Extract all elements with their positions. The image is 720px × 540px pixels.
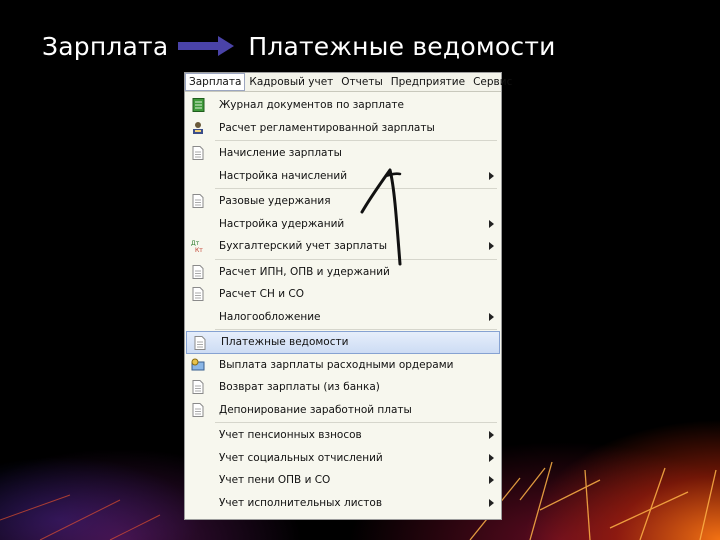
menu-item-label: Платежные ведомости: [221, 336, 349, 349]
menu-separator: [215, 329, 497, 330]
menu-item-label: Расчет регламентированной зарплаты: [219, 121, 435, 134]
svg-text:Кт: Кт: [195, 247, 203, 253]
menu-item-one-time-deductions[interactable]: Разовые удержания: [185, 190, 501, 213]
menu-item-cash-payout[interactable]: Выплата зарплаты расходными ордерами: [185, 354, 501, 377]
menu-item-journal[interactable]: Журнал документов по зарплате: [185, 94, 501, 117]
menu-item-accrual[interactable]: Начисление зарплаты: [185, 142, 501, 165]
menu-item-penalty[interactable]: Учет пени ОПВ и СО: [185, 469, 501, 492]
journal-icon: [191, 98, 205, 112]
menubar-item-enterprise[interactable]: Предприятие: [387, 73, 469, 91]
menu-item-accounting[interactable]: Дт Кт Бухгалтерский учет зарплаты: [185, 235, 501, 258]
menu-item-label: Настройка удержаний: [219, 217, 345, 230]
menu-separator: [215, 188, 497, 189]
dropdown-menu: Журнал документов по зарплате Расчет рег…: [185, 92, 501, 514]
menu-item-bank-return[interactable]: Возврат зарплаты (из банка): [185, 376, 501, 399]
document-icon: [191, 402, 205, 417]
menu-item-label: Выплата зарплаты расходными ордерами: [219, 358, 454, 371]
menu-separator: [215, 422, 497, 423]
menu-item-label: Бухгалтерский учет зарплаты: [219, 240, 388, 253]
submenu-arrow-icon: [489, 431, 494, 439]
title-subsection: Платежные ведомости: [248, 31, 556, 61]
title-section: Зарплата: [42, 31, 169, 61]
submenu-arrow-icon: [489, 476, 494, 484]
menu-separator: [215, 140, 497, 141]
document-icon: [191, 380, 205, 394]
menu-item-social[interactable]: Учет социальных отчислений: [185, 447, 501, 470]
menu-item-payment-statements[interactable]: Платежные ведомости: [186, 331, 500, 354]
submenu-arrow-icon: [489, 312, 494, 321]
menu-item-label: Возврат зарплаты (из банка): [219, 381, 380, 394]
menu-item-label: Учет исполнительных листов: [219, 496, 383, 509]
menu-item-label: Начисление зарплаты: [219, 147, 342, 160]
submenu-arrow-icon: [489, 242, 494, 250]
menu-item-label: Журнал документов по зарплате: [219, 99, 404, 112]
document-icon: [191, 194, 205, 208]
menu-item-label: Учет пени ОПВ и СО: [219, 474, 331, 487]
accounting-icon: Дт Кт: [191, 239, 205, 253]
menu-item-label: Учет пенсионных взносов: [219, 429, 362, 442]
document-icon: [191, 264, 205, 279]
menu-item-deduction-settings[interactable]: Настройка удержаний: [185, 213, 501, 236]
menubar-item-zarplata[interactable]: Зарплата: [185, 73, 246, 91]
submenu-arrow-icon: [489, 453, 494, 462]
submenu-arrow-icon: [489, 219, 494, 228]
menu-separator: [215, 258, 497, 260]
payout-icon: [191, 358, 205, 372]
menu-item-reg-calculation[interactable]: Расчет регламентированной зарплаты: [185, 117, 501, 140]
menu-item-label: Налогообложение: [219, 310, 321, 323]
menubar-item-personnel[interactable]: Кадровый учет: [245, 73, 337, 91]
menu-item-label: Расчет ИПН, ОПВ и удержаний: [219, 265, 390, 278]
menu-item-label: Настройка начислений: [219, 169, 348, 182]
menu-item-label: Расчет СН и СО: [219, 288, 304, 301]
menu-item-writs[interactable]: Учет исполнительных листов: [185, 492, 501, 515]
menu-item-label: Разовые удержания: [219, 195, 331, 208]
menu-item-accrual-settings[interactable]: Настройка начислений: [185, 165, 501, 188]
app-window: Зарплата Кадровый учет Отчеты Предприяти…: [184, 72, 512, 520]
document-icon: [191, 287, 205, 301]
arrow-right-icon: [178, 36, 235, 56]
document-icon: [193, 336, 207, 350]
slide-title: Зарплата Платежные ведомости: [42, 30, 556, 62]
menu-item-taxation[interactable]: Налогообложение: [185, 306, 501, 329]
svg-text:Дт: Дт: [191, 240, 200, 247]
menu-item-sn-so-calc[interactable]: Расчет СН и СО: [185, 283, 501, 306]
menu-item-label: Учет социальных отчислений: [219, 451, 383, 464]
document-icon: [191, 146, 205, 160]
menu-item-pension[interactable]: Учет пенсионных взносов: [185, 424, 501, 447]
submenu-arrow-icon: [489, 171, 494, 180]
menubar-item-reports[interactable]: Отчеты: [337, 73, 386, 91]
menu-item-label: Депонирование заработной платы: [219, 403, 412, 416]
menu-item-ipn-calc[interactable]: Расчет ИПН, ОПВ и удержаний: [185, 261, 501, 284]
menu-item-deposit[interactable]: Депонирование заработной платы: [185, 399, 501, 422]
submenu-arrow-icon: [489, 498, 494, 507]
menu-bar: Зарплата Кадровый учет Отчеты Предприяти…: [185, 73, 512, 92]
menubar-item-service[interactable]: Сервис: [469, 73, 516, 91]
calculation-icon: [191, 121, 205, 135]
